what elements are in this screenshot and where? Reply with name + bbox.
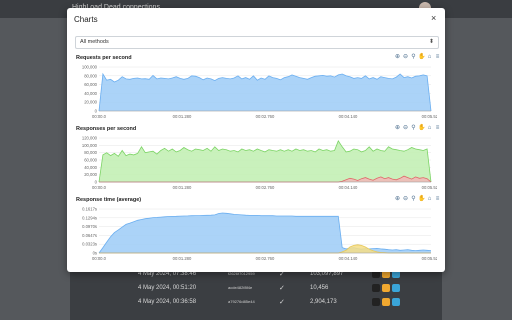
background-results-table: 4 May 2024, 07:38:46 f2626f7012959 ✓ 103… (70, 268, 442, 320)
x-tick-label: 00:00.0 (92, 185, 107, 190)
y-tick-label: 0.0970s (82, 224, 97, 229)
chart-icon[interactable] (382, 298, 390, 306)
y-tick-label: 20,000 (84, 172, 97, 177)
menu-icon[interactable]: ≡ (434, 196, 441, 203)
x-tick-label: 00:04.140 (339, 114, 358, 119)
magnifier-icon[interactable]: ⚲ (410, 196, 417, 203)
y-tick-label: 120,000 (82, 136, 98, 141)
details-icon[interactable] (392, 298, 400, 306)
home-icon[interactable]: ⌂ (426, 196, 433, 203)
x-tick-label: 00:02.760 (256, 256, 275, 261)
method-select-value: All methods (80, 39, 109, 45)
y-tick-label: 100,000 (82, 143, 98, 148)
check-icon: ✓ (279, 299, 285, 306)
y-tick-label: 0 (95, 180, 98, 185)
magnifier-icon[interactable]: ⚲ (410, 54, 417, 61)
series-area (99, 213, 431, 253)
row-hash: acde482f8f4e (228, 285, 253, 290)
chevron-down-icon: ⬍ (428, 39, 434, 45)
method-select[interactable]: All methods ⬍ (75, 36, 439, 49)
y-tick-label: 60,000 (84, 82, 97, 87)
y-tick-label: 80,000 (84, 73, 97, 78)
y-tick-label: 80,000 (84, 150, 97, 155)
chart-icon[interactable] (382, 284, 390, 292)
y-tick-label: 20,000 (84, 100, 97, 105)
home-icon[interactable]: ⌂ (426, 125, 433, 132)
y-tick-label: 0 (95, 109, 98, 114)
x-tick-label: 00:00.0 (92, 256, 107, 261)
responses-chart: 120,000100,00080,00060,00040,00020,00000… (82, 136, 437, 191)
y-tick-label: 40,000 (84, 91, 97, 96)
chart-title-response-time: Response time (average) (76, 197, 142, 203)
home-icon[interactable]: ⌂ (426, 54, 433, 61)
y-tick-label: 0.1617s (82, 207, 97, 212)
zoom-in-icon[interactable]: ⊕ (394, 196, 401, 203)
view-icon[interactable] (372, 298, 380, 306)
pan-icon[interactable]: ✋ (418, 125, 425, 132)
x-tick-label: 00:05.520 (422, 185, 437, 190)
y-tick-label: 0.1294s (82, 215, 97, 220)
zoom-out-icon[interactable]: ⊖ (402, 54, 409, 61)
zoom-out-icon[interactable]: ⊖ (402, 125, 409, 132)
y-tick-label: 100,000 (82, 65, 98, 70)
view-icon[interactable] (372, 284, 380, 292)
response-time-chart: 0.1617s0.1294s0.0970s0.0647s0.0323s0s00:… (82, 207, 437, 262)
row-date: 4 May 2024, 00:36:58 (138, 299, 197, 305)
x-tick-label: 00:01.280 (173, 114, 192, 119)
row-value: 10,456 (310, 285, 329, 291)
chart-title-responses: Responses per second (76, 126, 137, 132)
y-tick-label: 40,000 (84, 165, 97, 170)
row-date: 4 May 2024, 00:51:20 (138, 285, 197, 291)
modal-title: Charts (74, 15, 98, 24)
menu-icon[interactable]: ≡ (434, 54, 441, 61)
zoom-out-icon[interactable]: ⊖ (402, 196, 409, 203)
details-icon[interactable] (392, 284, 400, 292)
x-tick-label: 00:04.140 (339, 185, 358, 190)
requests-chart: 100,000 80,000 60,000 40,000 20,000 000:00.0 0… (82, 65, 437, 120)
table-row[interactable]: 4 May 2024, 00:51:20 acde482f8f4e ✓ 10,4… (70, 282, 442, 295)
table-row[interactable]: 4 May 2024, 00:36:58 a79276d85e44 ✓ 2,90… (70, 296, 442, 309)
y-tick-label: 60,000 (84, 158, 97, 163)
x-tick-label: 00:02.760 (256, 114, 275, 119)
x-tick-label: 00:04.140 (339, 256, 358, 261)
pan-icon[interactable]: ✋ (418, 196, 425, 203)
row-value: 2,904,173 (310, 299, 337, 305)
menu-icon[interactable]: ≡ (434, 125, 441, 132)
charts-modal: Charts × All methods ⬍ Requests per seco… (67, 8, 445, 272)
x-tick-label: 00:01.280 (173, 256, 192, 261)
x-tick-label: 00:02.760 (256, 185, 275, 190)
close-icon[interactable]: × (431, 13, 436, 23)
series-area (99, 140, 431, 182)
y-tick-label: 0.0323s (82, 242, 97, 247)
y-tick-label: 0s (93, 251, 97, 256)
row-hash: a79276d85e44 (228, 299, 255, 304)
zoom-in-icon[interactable]: ⊕ (394, 125, 401, 132)
zoom-in-icon[interactable]: ⊕ (394, 54, 401, 61)
x-tick-label: 00:01.280 (173, 185, 192, 190)
check-icon: ✓ (279, 285, 285, 292)
chart-title-requests: Requests per second (76, 55, 132, 61)
magnifier-icon[interactable]: ⚲ (410, 125, 417, 132)
pan-icon[interactable]: ✋ (418, 54, 425, 61)
x-tick-label: 00:00.0 (92, 114, 107, 119)
y-tick-label: 0.0647s (82, 233, 97, 238)
x-tick-label: 00:05.520 (422, 256, 437, 261)
x-tick-label: 00:05.520 (422, 114, 437, 119)
